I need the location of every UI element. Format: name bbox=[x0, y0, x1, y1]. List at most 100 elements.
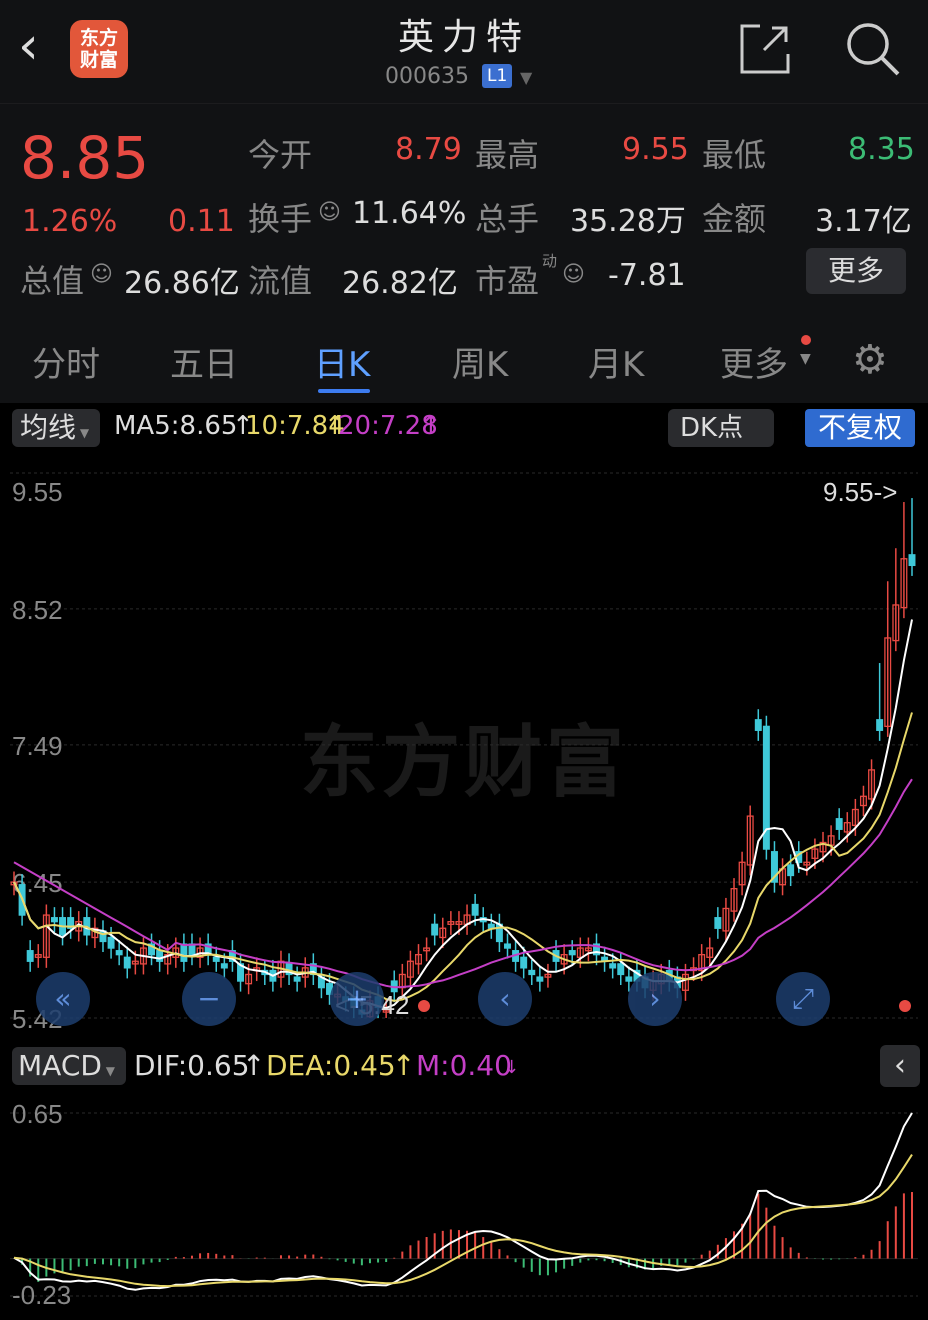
tab-timeshare[interactable]: 分时 bbox=[32, 337, 100, 386]
candle-body bbox=[220, 963, 228, 969]
m-value: M:0.40 bbox=[416, 1049, 512, 1082]
candle-body bbox=[528, 969, 536, 976]
arrow-up-icon: ↑ bbox=[242, 1049, 266, 1082]
candle-body bbox=[536, 976, 544, 982]
high-label: 最高 bbox=[475, 136, 540, 174]
dk-point-selector[interactable]: DK点 bbox=[668, 409, 774, 447]
level-badge[interactable]: L1 bbox=[482, 64, 513, 88]
volume-label: 总手 bbox=[475, 200, 540, 238]
scroll-left-icon[interactable]: ‹ bbox=[478, 972, 532, 1026]
ma5-value: MA5:8.65 bbox=[114, 411, 238, 441]
open-value: 8.79 bbox=[395, 132, 462, 167]
tab-five-day[interactable]: 五日 bbox=[170, 337, 238, 386]
high-value: 9.55 bbox=[622, 132, 689, 167]
candle-body bbox=[835, 818, 843, 830]
last-price: 8.85 bbox=[20, 124, 150, 192]
marker-dot bbox=[418, 1000, 430, 1012]
change-percent: 1.26% bbox=[22, 204, 118, 239]
period-tabs: 分时 五日 日K 周K 月K 更多 ▼ ⚙ bbox=[0, 315, 928, 403]
candle-body bbox=[714, 917, 722, 929]
share-icon[interactable] bbox=[738, 22, 792, 76]
candle-body bbox=[625, 976, 633, 982]
candle-body bbox=[180, 943, 188, 962]
tab-daily-k[interactable]: 日K bbox=[314, 337, 370, 386]
info-icon[interactable]: ☺ bbox=[318, 200, 341, 225]
high-annotation: 9.55-> bbox=[823, 477, 897, 507]
open-label: 今开 bbox=[248, 136, 313, 174]
candle-body bbox=[609, 963, 617, 969]
dea-value: DEA:0.45 bbox=[266, 1049, 396, 1082]
notification-dot bbox=[801, 335, 811, 345]
float-label: 流值 bbox=[248, 262, 313, 300]
candle-body bbox=[754, 719, 762, 731]
turnover-value: 11.64% bbox=[352, 196, 467, 231]
candle-body bbox=[876, 719, 884, 731]
candle-body bbox=[293, 976, 301, 982]
macd-selector[interactable]: MACD ▼ bbox=[12, 1047, 126, 1085]
y-tick-label: 0.65 bbox=[12, 1099, 63, 1129]
float-value: 26.82亿 bbox=[342, 266, 458, 301]
amount-value: 3.17亿 bbox=[815, 204, 912, 239]
chevron-down-icon[interactable]: ▼ bbox=[520, 68, 532, 87]
candle-body bbox=[520, 956, 528, 969]
low-label: 最低 bbox=[702, 136, 767, 174]
dif-value: DIF:0.65 bbox=[134, 1049, 250, 1082]
y-tick-label: -0.23 bbox=[12, 1280, 71, 1310]
tab-monthly-k[interactable]: 月K bbox=[588, 337, 644, 386]
macd-chart[interactable]: 0.65 -0.23 bbox=[0, 1091, 928, 1320]
collapse-panel-icon[interactable]: ‹ bbox=[880, 1045, 920, 1087]
amount-label: 金额 bbox=[702, 200, 767, 238]
mktcap-value: 26.86亿 bbox=[124, 266, 240, 301]
change-amount: 0.11 bbox=[168, 204, 235, 239]
y-tick-label: 7.49 bbox=[12, 731, 63, 761]
top-bar: ‹ 东方 财富 英力特 000635 L1 ▼ bbox=[0, 0, 928, 103]
marker-dot bbox=[899, 1000, 911, 1012]
dea-line bbox=[13, 1154, 913, 1288]
scroll-left-fast-icon[interactable]: « bbox=[36, 972, 90, 1026]
tab-weekly-k[interactable]: 周K bbox=[452, 337, 508, 386]
info-icon[interactable]: ☺ bbox=[90, 262, 113, 287]
arrow-up-icon: ↑ bbox=[420, 411, 442, 441]
pe-label: 市盈 bbox=[475, 262, 540, 300]
more-button[interactable]: 更多 bbox=[806, 248, 906, 294]
candle-body bbox=[568, 950, 576, 956]
y-tick-label: 8.52 bbox=[12, 595, 63, 625]
adjust-button[interactable]: 不复权 bbox=[805, 409, 915, 447]
candle-body bbox=[471, 903, 479, 916]
info-icon[interactable]: ☺ bbox=[562, 262, 585, 287]
turnover-label: 换手 bbox=[248, 200, 313, 238]
zoom-out-icon[interactable]: − bbox=[182, 972, 236, 1026]
mktcap-label: 总值 bbox=[20, 262, 85, 300]
candle-body bbox=[50, 917, 58, 923]
candlestick-chart[interactable]: 9.558.527.496.455.429.55-><-5.42 bbox=[0, 453, 928, 1041]
arrow-down-icon: ↓ bbox=[504, 1057, 520, 1078]
candle-body bbox=[617, 963, 625, 976]
ma-legend-bar: 均线 ▼ MA5:8.65 ↑ 10:7.84 ↑ 20:7.28 ↑ DK点 … bbox=[0, 403, 928, 453]
dk-point-label: DK点 bbox=[680, 413, 744, 443]
tab-more[interactable]: 更多 bbox=[720, 337, 788, 386]
macd-legend-bar: MACD ▼ DIF:0.65 ↑ DEA:0.45 ↑ M:0.40 ↓ ‹ bbox=[0, 1041, 928, 1091]
candle-body bbox=[115, 950, 123, 956]
candle-body bbox=[908, 554, 916, 567]
candle-body bbox=[504, 943, 511, 949]
fullscreen-icon[interactable]: ⤢ bbox=[776, 972, 830, 1026]
candle-body bbox=[431, 923, 439, 936]
candle-body bbox=[212, 956, 220, 962]
active-tab-indicator bbox=[318, 389, 370, 393]
indicator-selector[interactable]: 均线 ▼ bbox=[12, 409, 100, 447]
candle-body bbox=[123, 956, 131, 969]
search-icon[interactable] bbox=[842, 18, 902, 78]
candle-body bbox=[787, 864, 795, 877]
candle-body bbox=[107, 936, 115, 949]
chevron-down-icon[interactable]: ▼ bbox=[800, 351, 811, 367]
y-tick-label: 9.55 bbox=[12, 477, 63, 507]
quote-panel: 8.85 1.26% 0.11 今开 8.79 最高 9.55 最低 8.35 … bbox=[0, 103, 928, 316]
candle-body bbox=[156, 950, 164, 962]
scroll-right-icon[interactable]: › bbox=[628, 972, 682, 1026]
candle-body bbox=[26, 950, 34, 962]
volume-value: 35.28万 bbox=[570, 204, 686, 239]
zoom-in-icon[interactable]: + bbox=[330, 972, 384, 1026]
gear-icon[interactable]: ⚙ bbox=[852, 337, 888, 383]
arrow-up-icon: ↑ bbox=[392, 1049, 416, 1082]
dif-line bbox=[13, 1112, 913, 1291]
